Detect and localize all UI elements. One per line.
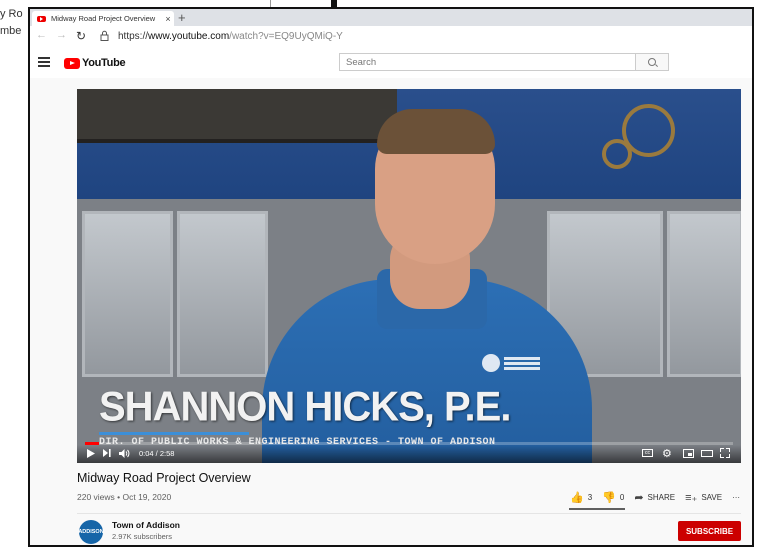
back-button[interactable]: ←: [36, 29, 47, 41]
browser-window: Midway Road Project Overview × + ← → ↻ h…: [28, 7, 754, 547]
video-frame-globe: [597, 94, 697, 184]
next-icon[interactable]: [103, 449, 111, 459]
address-bar: ← → ↻ https://www.youtube.com/watch?v=EQ…: [30, 26, 752, 49]
player-controls: 0:04 / 2:58 cc ⚙: [77, 445, 741, 463]
new-tab-button[interactable]: +: [178, 10, 186, 25]
channel-subscribers: 2.97K subscribers: [112, 532, 173, 541]
settings-gear-icon[interactable]: ⚙: [662, 447, 672, 460]
time-display: 0:04 / 2:58: [139, 449, 175, 458]
search-input[interactable]: Search: [339, 53, 636, 71]
lock-icon: [100, 30, 109, 44]
search-icon: [648, 58, 656, 66]
video-meta: 220 views • Oct 19, 2020: [77, 492, 172, 502]
share-button[interactable]: ➦ SHARE: [634, 491, 675, 504]
reload-button[interactable]: ↻: [76, 29, 86, 43]
theater-mode-icon[interactable]: [701, 450, 713, 457]
youtube-favicon-icon: [37, 15, 46, 22]
url-path: /watch?v=EQ9UyQMiQ-Y: [229, 31, 343, 42]
subscribe-button[interactable]: SUBSCRIBE: [678, 521, 741, 541]
miniplayer-icon[interactable]: [683, 449, 694, 458]
youtube-logo[interactable]: YouTube: [64, 57, 126, 69]
thumbs-down-icon: 👎: [602, 491, 616, 504]
play-icon[interactable]: [87, 449, 95, 460]
channel-avatar[interactable]: ADDISON: [78, 520, 104, 544]
forward-button[interactable]: →: [56, 29, 67, 41]
video-actions: 👍 3 👎 0 ➦ SHARE ≡₊ SAVE ···: [570, 489, 750, 505]
youtube-header: YouTube Search: [30, 48, 752, 78]
browser-tab[interactable]: Midway Road Project Overview ×: [32, 11, 174, 26]
divider: [77, 513, 741, 514]
youtube-logo-text: YouTube: [82, 57, 126, 69]
search-button[interactable]: [636, 53, 669, 71]
dislike-count: 0: [619, 492, 625, 502]
url-host: www.youtube.com: [148, 31, 230, 42]
video-frame-picture: [77, 89, 397, 143]
video-player[interactable]: SHANNON HICKS, P.E. DIR. OF PUBLIC WORKS…: [77, 89, 741, 463]
save-button[interactable]: ≡₊ SAVE: [685, 491, 722, 504]
like-count: 3: [587, 492, 593, 502]
youtube-play-logo-icon: [64, 57, 80, 69]
menu-icon[interactable]: [38, 55, 50, 69]
dislike-button[interactable]: 👎 0: [602, 491, 624, 504]
url-field[interactable]: https://www.youtube.com/watch?v=EQ9UyQMi…: [118, 31, 343, 42]
save-label: SAVE: [701, 492, 723, 502]
more-actions-button[interactable]: ···: [732, 493, 740, 502]
share-arrow-icon: ➦: [634, 491, 644, 504]
video-title: Midway Road Project Overview: [77, 471, 251, 485]
lower-third-name: SHANNON HICKS, P.E.: [99, 383, 511, 431]
tab-strip: Midway Road Project Overview × +: [30, 9, 752, 26]
channel-name[interactable]: Town of Addison: [112, 520, 180, 530]
url-scheme: https://: [118, 31, 149, 42]
fullscreen-icon[interactable]: [720, 448, 730, 458]
volume-icon[interactable]: [119, 449, 130, 460]
lower-third-accent-line: [99, 432, 249, 435]
tab-title: Midway Road Project Overview: [51, 14, 156, 23]
share-label: SHARE: [647, 492, 676, 502]
shirt-logo: [482, 354, 542, 372]
captions-icon[interactable]: cc: [642, 449, 653, 457]
add-to-playlist-icon: ≡₊: [685, 491, 698, 504]
tab-close-icon[interactable]: ×: [162, 14, 174, 24]
like-button[interactable]: 👍 3: [570, 491, 592, 504]
like-ratio-bar: [569, 508, 625, 510]
thumbs-up-icon: 👍: [570, 491, 584, 504]
